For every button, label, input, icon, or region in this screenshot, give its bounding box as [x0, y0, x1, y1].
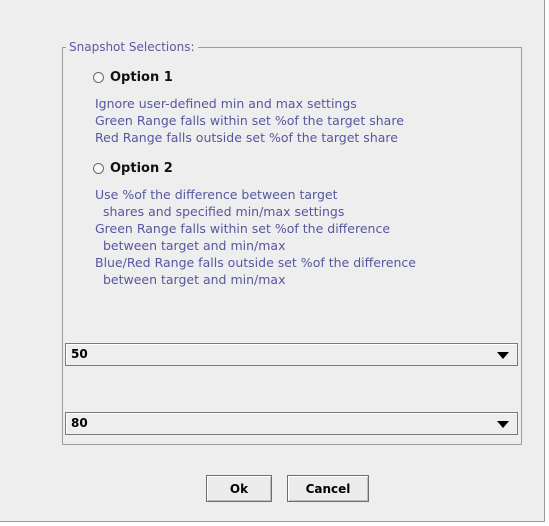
option-1-radio[interactable]: Option 1	[93, 68, 173, 86]
radio-button-icon[interactable]	[93, 71, 104, 83]
snapshot-dialog: Snapshot Selections: Option 1 Ignore use…	[0, 0, 545, 522]
select-value: 80	[71, 416, 88, 430]
group-title: Snapshot Selections:	[66, 39, 198, 55]
red-range-percent-select[interactable]: 80	[65, 412, 518, 435]
select-value: 50	[71, 347, 88, 361]
chevron-down-icon[interactable]	[497, 352, 509, 359]
option-2-label: Option 2	[110, 160, 173, 176]
option-2-description: Use %of the difference between target sh…	[95, 187, 416, 287]
option-1-description: Ignore user-defined min and max settings…	[95, 96, 404, 145]
option-2-radio[interactable]: Option 2	[93, 159, 173, 177]
ok-button[interactable]: Ok	[206, 475, 272, 502]
green-range-percent-select[interactable]: 50	[65, 343, 518, 366]
radio-button-icon[interactable]	[93, 162, 104, 174]
chevron-down-icon[interactable]	[497, 421, 509, 428]
cancel-button[interactable]: Cancel	[287, 475, 369, 502]
option-1-label: Option 1	[110, 69, 173, 85]
